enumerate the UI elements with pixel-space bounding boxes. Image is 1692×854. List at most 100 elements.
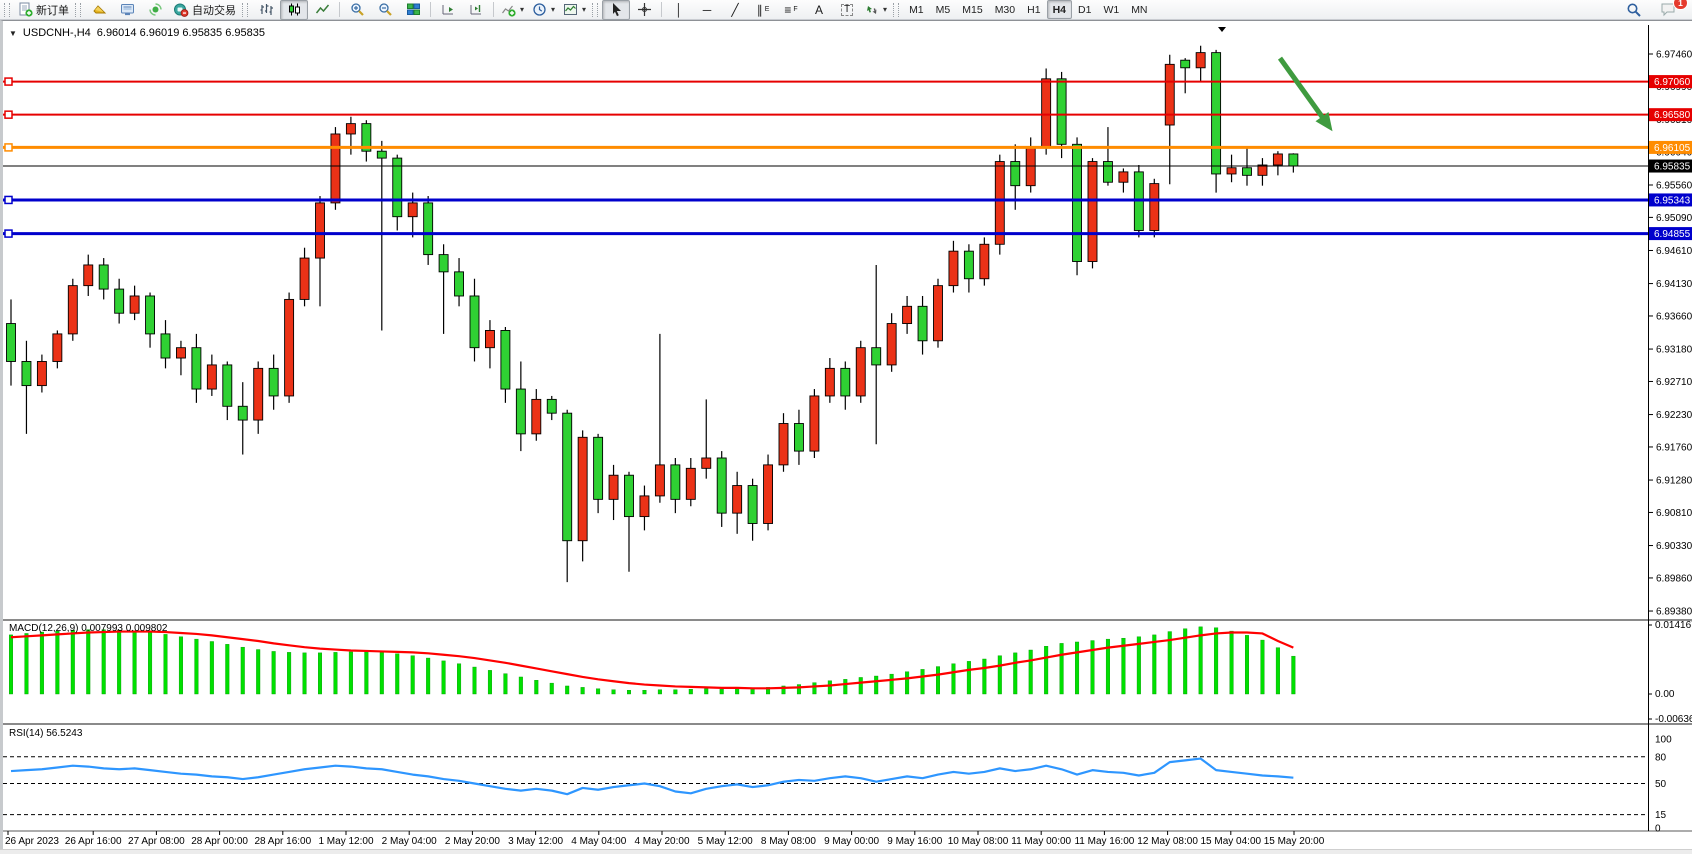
periods-button[interactable]: ▾ — [528, 0, 559, 20]
templates-button[interactable]: ▾ — [559, 0, 590, 20]
toolbar-grip[interactable] — [4, 3, 10, 17]
period-button-mn[interactable]: MN — [1125, 0, 1153, 19]
search-button[interactable] — [1620, 0, 1648, 20]
svg-text:6.97460: 6.97460 — [1656, 50, 1692, 61]
text-label-tool-button[interactable]: T — [833, 0, 861, 20]
crosshair-icon — [637, 2, 652, 17]
auto-scroll-button[interactable] — [434, 0, 462, 20]
text-label-icon: T — [841, 4, 853, 16]
horizontal-line-6.97060[interactable] — [3, 78, 1648, 85]
text-tool-button[interactable]: A — [805, 0, 833, 20]
toolbar-separator — [661, 2, 662, 17]
cursor-tool-button[interactable] — [602, 0, 630, 20]
vertical-line-tool-button[interactable]: │ — [665, 0, 693, 20]
chart-shift-icon — [469, 2, 484, 17]
price-chart-canvas[interactable]: 6.974606.969906.965106.960406.955606.950… — [3, 21, 1692, 851]
candlestick-mode-button[interactable] — [280, 0, 308, 20]
period-button-h4[interactable]: H4 — [1047, 0, 1072, 19]
line-drag-handle — [5, 78, 12, 85]
auto-scroll-icon — [441, 2, 456, 17]
svg-text:2 May 04:00: 2 May 04:00 — [382, 836, 437, 847]
svg-text:27 Apr 08:00: 27 Apr 08:00 — [128, 836, 185, 847]
horizontal-line-6.96105[interactable] — [3, 144, 1648, 151]
period-button-m5[interactable]: M5 — [930, 0, 957, 19]
svg-text:80: 80 — [1655, 752, 1667, 763]
cursor-icon — [609, 2, 624, 17]
svg-text:6.96105: 6.96105 — [1654, 143, 1691, 154]
toolbar-grip — [592, 3, 598, 17]
svg-text:26 Apr 2023: 26 Apr 2023 — [5, 836, 59, 847]
arrows-tool-button[interactable]: ▾ — [861, 0, 891, 20]
period-button-m15[interactable]: M15 — [956, 0, 988, 19]
chart-symbol-label: USDCNH-,H4 — [23, 27, 91, 39]
period-button-m30[interactable]: M30 — [989, 0, 1021, 19]
macd-axis[interactable]: 0.0141670.00-0.006363 — [1648, 620, 1692, 725]
price-badge-6.96580: 6.96580 — [1649, 108, 1692, 121]
svg-text:6.95835: 6.95835 — [1654, 162, 1691, 173]
horizontal-line-6.95343[interactable] — [3, 196, 1648, 203]
svg-text:6.94130: 6.94130 — [1656, 279, 1692, 290]
chart-window[interactable]: ▼ USDCNH-,H4 6.96014 6.96019 6.95835 6.9… — [0, 20, 1692, 850]
vertical-line-icon: │ — [675, 4, 683, 16]
trend-arrow-annotation[interactable] — [1280, 58, 1332, 131]
toolbar-separator — [430, 2, 431, 17]
new-order-button[interactable]: 新订单 — [14, 0, 73, 20]
bar-chart-mode-button[interactable] — [252, 0, 280, 20]
svg-text:6.93180: 6.93180 — [1656, 345, 1692, 356]
horizontal-line-6.96580[interactable] — [3, 111, 1648, 118]
chart-shift-button[interactable] — [462, 0, 490, 20]
svg-text:4 May 04:00: 4 May 04:00 — [571, 836, 626, 847]
macd-indicator-label: MACD(12,26,9) 0.007993 0.009802 — [9, 623, 167, 634]
horizontal-line-tool-button[interactable]: ─ — [693, 0, 721, 20]
channel-icon: ∥ — [757, 4, 763, 16]
rsi-axis[interactable]: 1008050150 — [1655, 735, 1672, 835]
period-button-h1[interactable]: H1 — [1021, 0, 1046, 19]
strategy-tester-button[interactable] — [141, 0, 169, 20]
market-watch-button[interactable] — [85, 0, 113, 20]
panel-borders — [3, 25, 1692, 831]
line-chart-mode-button[interactable] — [308, 0, 336, 20]
line-drag-handle — [5, 111, 12, 118]
svg-text:9 May 00:00: 9 May 00:00 — [824, 836, 879, 847]
autotrading-icon — [173, 2, 189, 17]
svg-text:0: 0 — [1655, 824, 1661, 835]
arrow-objects-icon — [865, 3, 879, 17]
svg-text:3 May 12:00: 3 May 12:00 — [508, 836, 563, 847]
candlestick-series — [7, 46, 1298, 582]
svg-text:100: 100 — [1655, 735, 1672, 746]
zoom-out-button[interactable] — [371, 0, 399, 20]
dropdown-icon: ▾ — [582, 5, 586, 14]
trendline-tool-button[interactable]: ╱ — [721, 0, 749, 20]
rsi-indicator-label: RSI(14) 56.5243 — [9, 728, 82, 739]
horizontal-line-6.94855[interactable] — [3, 230, 1648, 237]
svg-text:6.91280: 6.91280 — [1656, 476, 1692, 487]
fibonacci-sub-label: F — [793, 6, 797, 13]
price-badge-6.96105: 6.96105 — [1649, 141, 1692, 154]
period-button-w1[interactable]: W1 — [1097, 0, 1125, 19]
fibonacci-icon: ≡ — [784, 4, 791, 16]
zoom-in-button[interactable] — [343, 0, 371, 20]
svg-text:0.014167: 0.014167 — [1655, 620, 1692, 631]
channel-tool-button[interactable]: ∥E — [749, 0, 777, 20]
period-button-d1[interactable]: D1 — [1072, 0, 1097, 19]
crosshair-tool-button[interactable] — [630, 0, 658, 20]
tile-windows-button[interactable] — [399, 0, 427, 20]
line-chart-icon — [315, 2, 330, 17]
period-button-m1[interactable]: M1 — [903, 0, 930, 19]
autotrading-button[interactable]: 自动交易 — [169, 0, 240, 20]
chart-shift-marker[interactable] — [1218, 27, 1226, 32]
svg-text:6.95090: 6.95090 — [1656, 213, 1692, 224]
horizontal-line-icon: ─ — [703, 4, 712, 16]
time-axis[interactable]: 26 Apr 202326 Apr 16:0027 Apr 08:0028 Ap… — [5, 831, 1325, 847]
terminal-button[interactable] — [113, 0, 141, 20]
collapse-indicators-icon[interactable]: ▼ — [9, 29, 17, 38]
indicators-button[interactable]: ▾ — [497, 0, 528, 20]
macd-signal-line — [11, 632, 1293, 689]
price-axis[interactable]: 6.974606.969906.965106.960406.955606.950… — [1648, 50, 1692, 618]
svg-text:6.94610: 6.94610 — [1656, 246, 1692, 257]
community-chat-button[interactable]: 1 — [1654, 0, 1682, 20]
fibonacci-tool-button[interactable]: ≡F — [777, 0, 805, 20]
rsi-level-lines — [3, 757, 1648, 815]
svg-text:1 May 12:00: 1 May 12:00 — [318, 836, 373, 847]
svg-text:6.94855: 6.94855 — [1654, 229, 1691, 240]
